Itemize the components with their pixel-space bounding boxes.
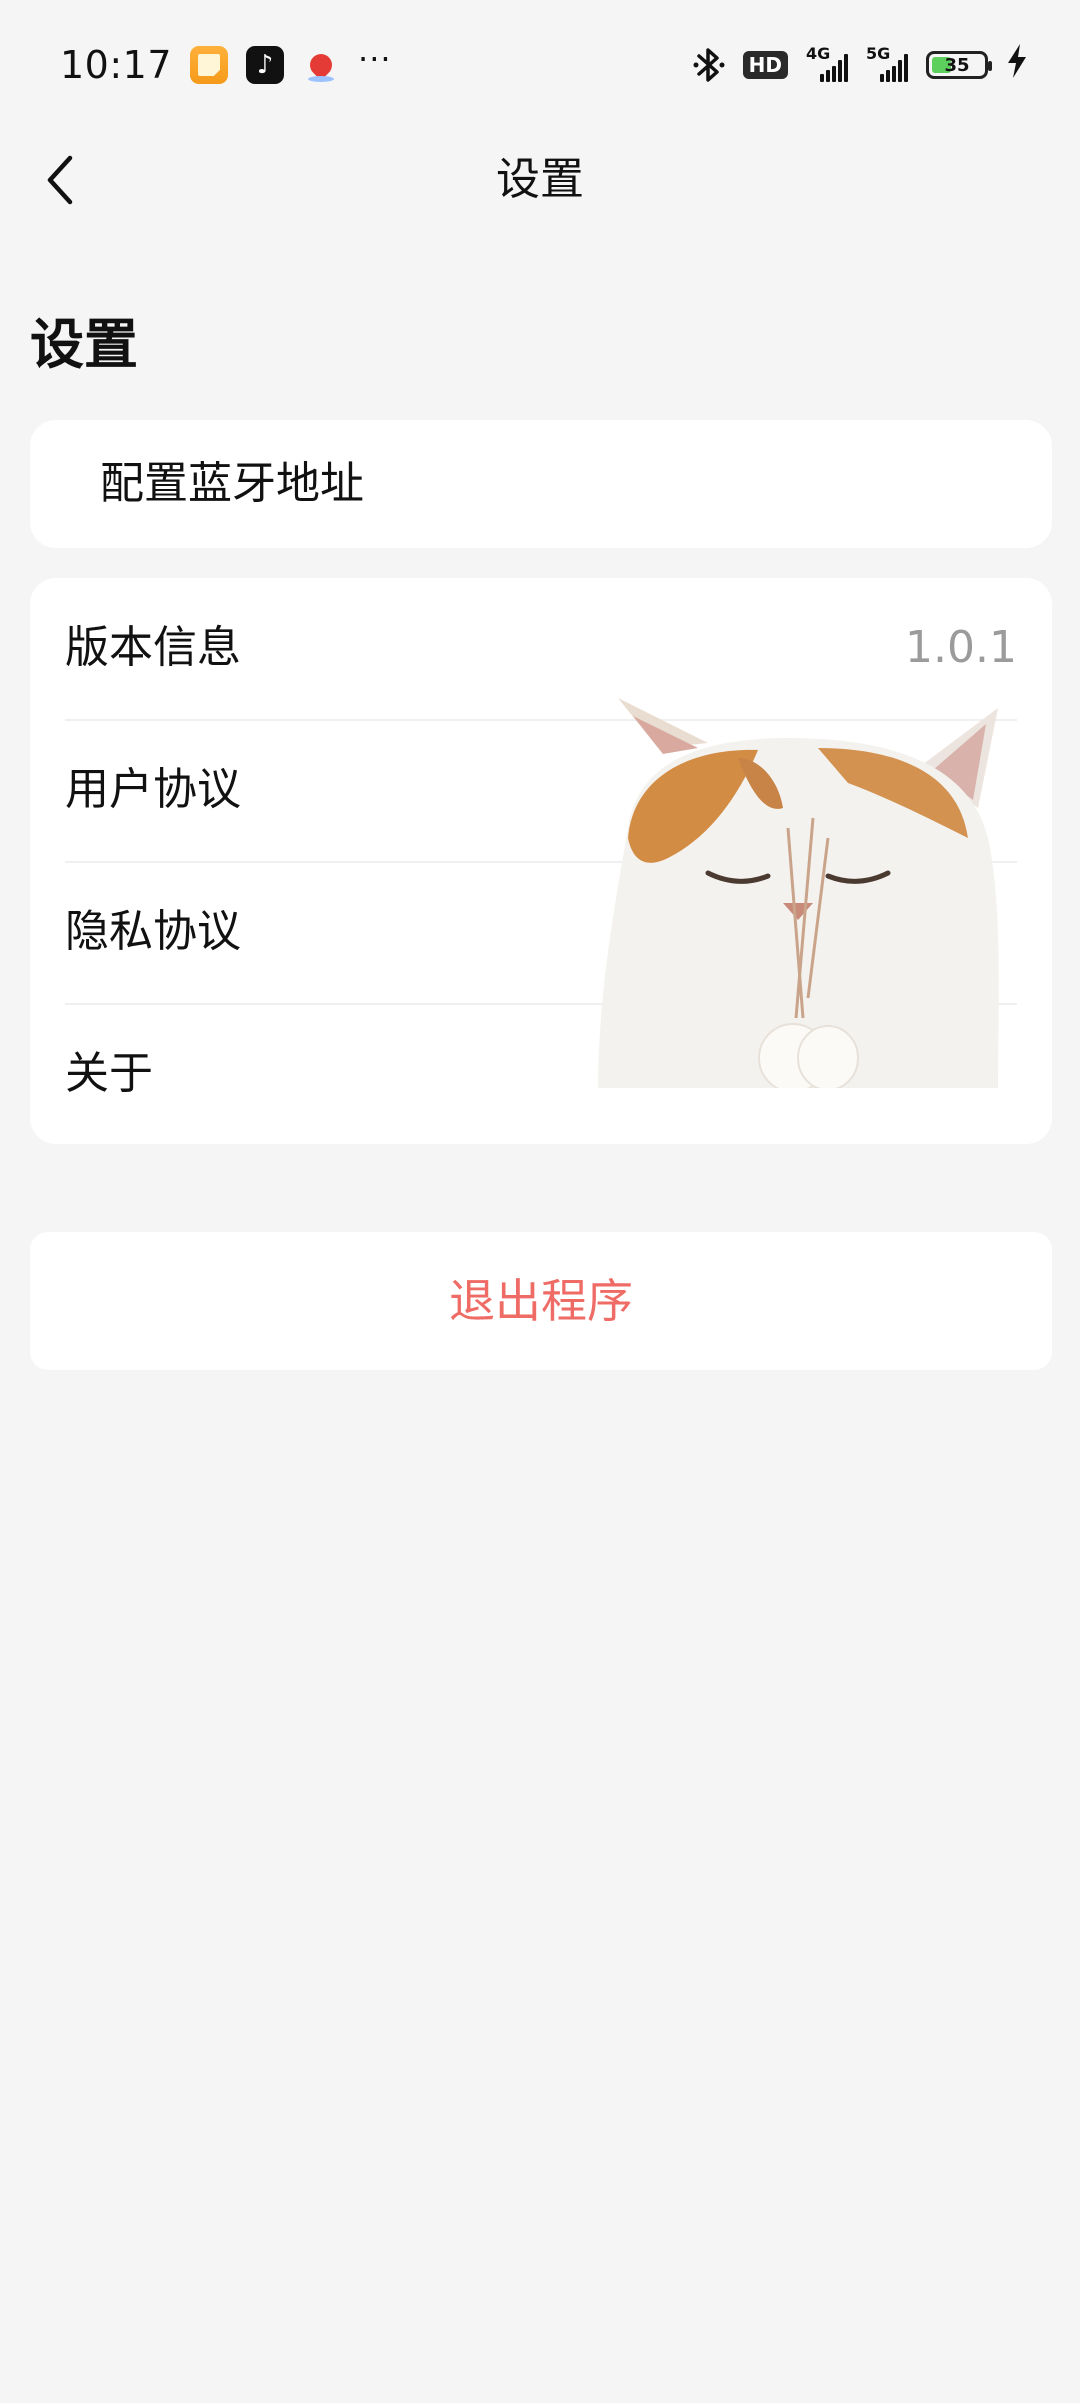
- network-type-label-secondary: 5G: [866, 44, 891, 63]
- status-right: HD 4G 5G 35: [693, 44, 1028, 86]
- bluetooth-icon: [693, 45, 725, 85]
- chevron-left-icon: [47, 155, 73, 205]
- notes-icon: [190, 46, 229, 84]
- user-agreement-label: 用户协议: [65, 764, 241, 815]
- maps-icon: [302, 46, 340, 84]
- exit-button[interactable]: 退出程序: [30, 1232, 1052, 1370]
- nav-title: 设置: [496, 154, 584, 205]
- tiktok-icon: ♪: [246, 46, 285, 84]
- version-label: 版本信息: [65, 622, 241, 673]
- page-heading: 设置: [30, 313, 138, 376]
- signal-icon: 4G: [806, 44, 848, 82]
- battery-level: 35: [944, 54, 970, 76]
- status-time: 10:17: [60, 43, 173, 87]
- exit-label: 退出程序: [449, 1274, 633, 1328]
- battery-icon: 35: [926, 51, 992, 79]
- nav-bar: 设置: [0, 130, 1080, 230]
- bluetooth-address-label: 配置蓝牙地址: [100, 458, 364, 509]
- privacy-policy-label: 隐私协议: [65, 906, 241, 957]
- about-label: 关于: [65, 1048, 153, 1099]
- more-notifications-icon: ···: [358, 40, 392, 78]
- back-button[interactable]: [30, 150, 90, 210]
- status-left: 10:17 ♪ ···: [60, 40, 392, 87]
- hd-badge: HD: [742, 51, 788, 79]
- network-type-label: 4G: [806, 44, 831, 63]
- charging-icon: [1006, 44, 1028, 86]
- cat-sticker-image: [598, 698, 999, 1088]
- bluetooth-address-item[interactable]: 配置蓝牙地址: [30, 420, 1052, 548]
- signal-icon-secondary: 5G: [866, 44, 908, 82]
- status-bar: 10:17 ♪ ··· HD 4G 5G 35: [0, 0, 1080, 130]
